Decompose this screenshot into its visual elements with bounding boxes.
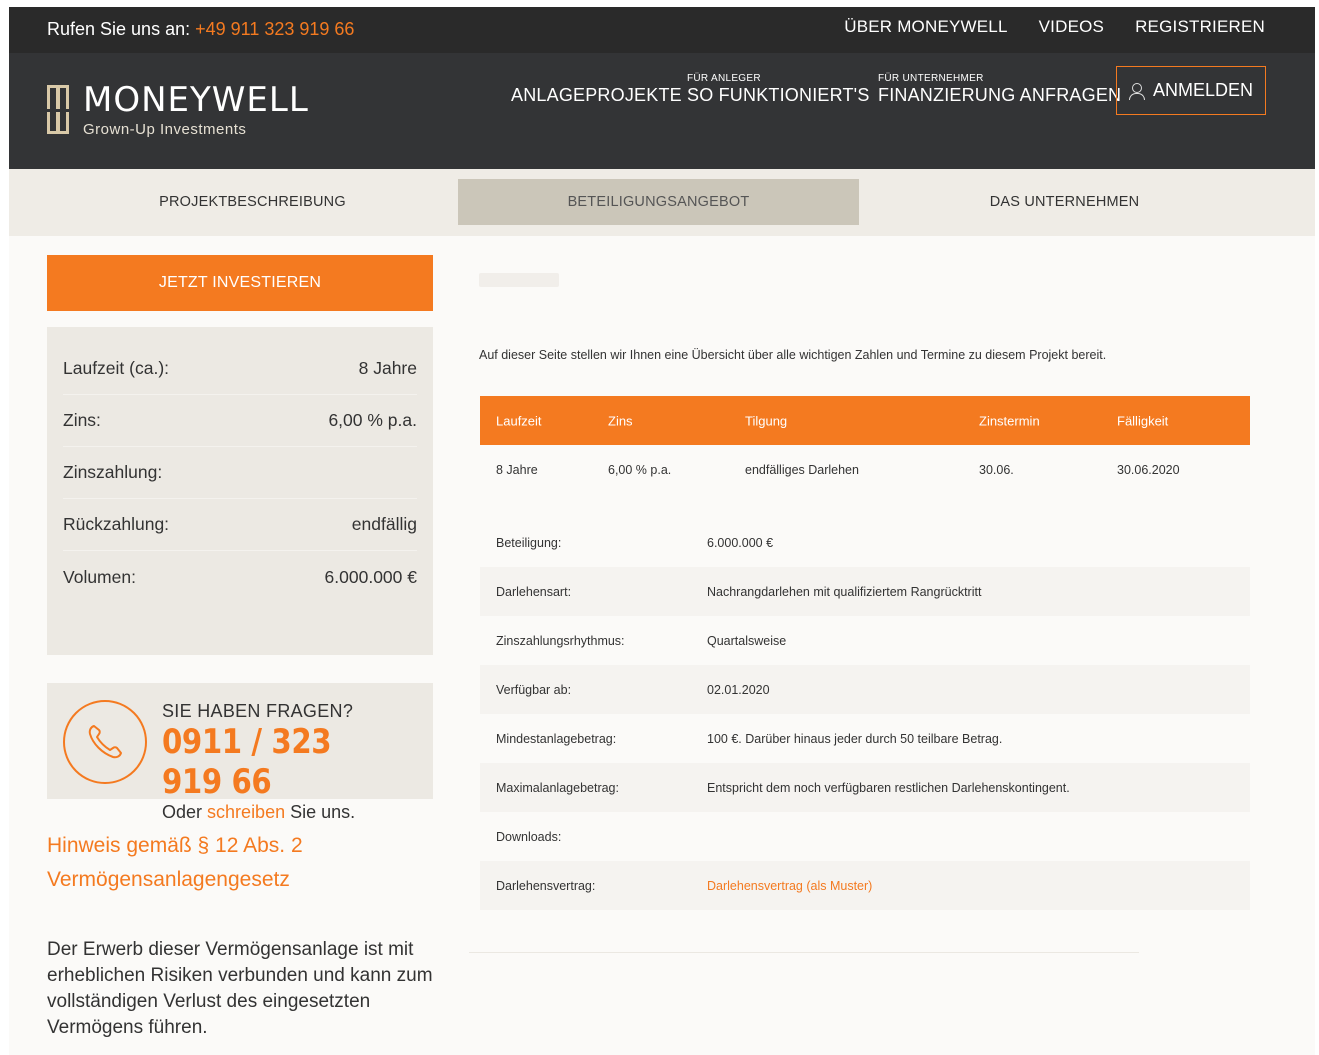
terms-cell: 6,00 % p.a.: [608, 463, 672, 477]
link-ueber-moneywell[interactable]: ÜBER MONEYWELL: [844, 17, 1007, 37]
logo[interactable]: MONEYWELL Grown-Up Investments: [47, 83, 309, 138]
nav-label: SO FUNKTIONIERT'S: [687, 85, 870, 105]
terms-header-cell: Laufzeit: [496, 413, 542, 428]
terms-table: Laufzeit Zins Tilgung Zinstermin Fälligk…: [480, 396, 1250, 495]
intro-text: Auf dieser Seite stellen wir Ihnen eine …: [479, 348, 1107, 362]
nav-subtitle: FÜR ANLEGER: [687, 73, 761, 84]
detail-value: 02.01.2020: [707, 682, 770, 697]
project-tabs: PROJEKTBESCHREIBUNG BETEILIGUNGSANGEBOT …: [9, 169, 1315, 236]
detail-label: Zinszahlungsrhythmus:: [496, 633, 625, 648]
login-label: ANMELDEN: [1152, 80, 1254, 100]
detail-label: Verfügbar ab:: [496, 682, 572, 697]
nav-subtitle: FÜR UNTERNEHMER: [878, 73, 984, 84]
terms-header-row: Laufzeit Zins Tilgung Zinstermin Fälligk…: [480, 396, 1250, 445]
detail-label: Beteiligung:: [496, 535, 562, 550]
topbar-phone: Rufen Sie uns an: +49 911 323 919 66: [47, 19, 354, 40]
terms-header-cell: Fälligkeit: [1117, 413, 1169, 428]
tab-projektbeschreibung[interactable]: PROJEKTBESCHREIBUNG: [47, 179, 458, 225]
detail-value: Entspricht dem noch verfügbaren restlich…: [707, 780, 1070, 795]
risk-notice-title: Hinweis gemäß § 12 Abs. 2 Vermögensanlag…: [47, 834, 303, 891]
detail-value: 6.000.000 €: [707, 535, 774, 550]
nav-label: FINANZIERUNG ANFRAGEN: [878, 85, 1122, 105]
user-icon: [1128, 82, 1145, 100]
login-button[interactable]: ANMELDEN: [1116, 66, 1266, 115]
section-title-placeholder: [479, 273, 559, 287]
fact-row: Volumen: 6.000.000 €: [63, 551, 417, 603]
top-bar: Rufen Sie uns an: +49 911 323 919 66 ÜBE…: [9, 7, 1315, 53]
detail-row: Zinszahlungsrhythmus: Quartalsweise: [480, 616, 1250, 665]
link-videos[interactable]: VIDEOS: [1039, 17, 1104, 37]
tab-das-unternehmen[interactable]: DAS UNTERNEHMEN: [859, 179, 1270, 225]
detail-row: Beteiligung: 6.000.000 €: [480, 518, 1250, 567]
nav-anlageprojekte[interactable]: ANLAGEPROJEKTE: [511, 73, 682, 106]
terms-header-cell: Zinstermin: [979, 413, 1040, 428]
terms-value-row: 8 Jahre 6,00 % p.a. endfälliges Darlehen…: [480, 445, 1250, 495]
detail-label: Darlehensvertrag:: [496, 878, 596, 893]
divider: [469, 952, 1139, 953]
fact-value: endfällig: [351, 514, 417, 534]
detail-label: Mindestanlagebetrag:: [496, 731, 617, 746]
fact-row: Zinszahlung:: [63, 447, 417, 499]
logo-brand: MONEYWELL: [83, 80, 309, 120]
logo-tagline: Grown-Up Investments: [83, 121, 247, 138]
fact-row: Rückzahlung: endfällig: [63, 499, 417, 551]
write-us-link[interactable]: schreiben: [207, 802, 285, 822]
detail-row: Darlehensart: Nachrangdarlehen mit quali…: [480, 567, 1250, 616]
fact-label: Zinszahlung:: [63, 462, 163, 482]
tab-beteiligungsangebot[interactable]: BETEILIGUNGSANGEBOT: [458, 179, 859, 225]
contact-phone-link[interactable]: 0911 / 323 919 66: [162, 722, 395, 802]
terms-cell: 30.06.: [979, 463, 1014, 477]
detail-label: Downloads:: [496, 829, 562, 844]
fact-row: Laufzeit (ca.): 8 Jahre: [63, 343, 417, 395]
page: Rufen Sie uns an: +49 911 323 919 66 ÜBE…: [9, 7, 1315, 1055]
terms-header-cell: Tilgung: [745, 413, 788, 428]
contact-write-line: Oder schreiben Sie uns.: [162, 802, 356, 822]
terms-cell: endfälliges Darlehen: [745, 463, 859, 477]
phone-label: Rufen Sie uns an:: [47, 19, 191, 39]
detail-value: 100 €. Darüber hinaus jeder durch 50 tei…: [707, 731, 1003, 746]
detail-label: Darlehensart:: [496, 584, 572, 599]
download-contract-link[interactable]: Darlehensvertrag (als Muster): [707, 879, 872, 893]
fact-row: Zins: 6,00 % p.a.: [63, 395, 417, 447]
topbar-links: ÜBER MONEYWELL VIDEOS REGISTRIEREN: [844, 17, 1265, 37]
terms-cell: 8 Jahre: [496, 463, 538, 477]
fact-label: Rückzahlung:: [63, 514, 170, 534]
invest-now-button[interactable]: JETZT INVESTIEREN: [47, 255, 433, 311]
fact-label: Laufzeit (ca.):: [63, 358, 170, 378]
detail-label: Maximalanlagebetrag:: [496, 780, 619, 795]
risk-notice-text: Der Erwerb dieser Vermögensanlage ist mi…: [47, 939, 433, 1038]
terms-cell: 30.06.2020: [1117, 463, 1180, 477]
contact-title: SIE HABEN FRAGEN?: [162, 701, 354, 721]
terms-header-cell: Zins: [608, 413, 633, 428]
contact-box: SIE HABEN FRAGEN? 0911 / 323 919 66 Oder…: [47, 683, 433, 822]
phone-number-link[interactable]: +49 911 323 919 66: [195, 19, 354, 39]
nav-finanzierung-anfragen[interactable]: FÜR UNTERNEHMER FINANZIERUNG ANFRAGEN: [878, 73, 1121, 106]
detail-row: Downloads:: [480, 812, 1250, 861]
details-table: Beteiligung: 6.000.000 € Darlehensart: N…: [480, 518, 1250, 910]
detail-row: Darlehensvertrag: Darlehensvertrag (als …: [480, 861, 1250, 910]
detail-value: Quartalsweise: [707, 633, 787, 648]
phone-icon: [63, 700, 147, 784]
nav-so-funktionierts[interactable]: FÜR ANLEGER SO FUNKTIONIERT'S: [687, 73, 870, 106]
detail-row: Mindestanlagebetrag: 100 €. Darüber hina…: [480, 714, 1250, 763]
key-facts-panel: Laufzeit (ca.): 8 Jahre Zins: 6,00 % p.a…: [47, 327, 433, 655]
fact-value: 8 Jahre: [358, 358, 417, 378]
link-registrieren[interactable]: REGISTRIEREN: [1135, 17, 1265, 37]
fact-value: 6.000.000 €: [324, 566, 417, 587]
logo-mark-icon: [47, 85, 69, 135]
fact-label: Zins:: [63, 410, 101, 430]
detail-row: Verfügbar ab: 02.01.2020: [480, 665, 1250, 714]
detail-value: Nachrangdarlehen mit qualifiziertem Rang…: [707, 584, 982, 599]
detail-row: Maximalanlagebetrag: Entspricht dem noch…: [480, 763, 1250, 812]
fact-label: Volumen:: [63, 566, 136, 587]
fact-value: 6,00 % p.a.: [328, 410, 417, 430]
main-header: MONEYWELL Grown-Up Investments ANLAGEPRO…: [9, 53, 1315, 169]
